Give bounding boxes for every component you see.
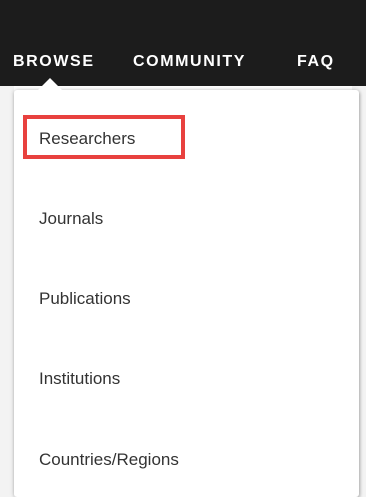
- menu-item-publications[interactable]: Publications: [39, 284, 131, 314]
- menu-item-countries-regions[interactable]: Countries/Regions: [39, 445, 179, 475]
- menu-item-journals[interactable]: Journals: [39, 204, 103, 234]
- menu-item-institutions[interactable]: Institutions: [39, 364, 120, 394]
- nav-faq[interactable]: FAQ: [297, 50, 335, 74]
- nav-browse[interactable]: BROWSE: [13, 50, 95, 74]
- background-page-left: [0, 86, 14, 497]
- nav-community[interactable]: COMMUNITY: [133, 50, 246, 74]
- top-navigation-bar: BROWSE COMMUNITY FAQ: [0, 0, 366, 86]
- researchers-highlight-box: [23, 115, 185, 159]
- dropdown-caret: [38, 78, 62, 90]
